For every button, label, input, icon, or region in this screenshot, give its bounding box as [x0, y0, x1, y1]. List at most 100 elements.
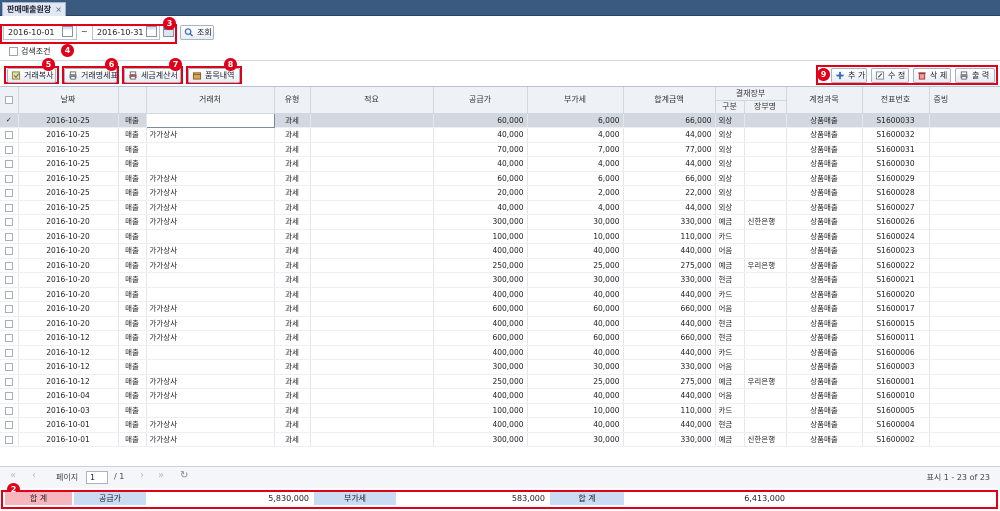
cell-date[interactable]: 2016-10-25 [18, 127, 119, 143]
cell-memo[interactable] [310, 127, 434, 143]
col-proof[interactable]: 증빙 [929, 87, 1000, 114]
cell-proof[interactable] [929, 417, 1000, 433]
cell-proof[interactable] [929, 301, 1000, 317]
cell-checkbox[interactable] [0, 258, 19, 273]
table-row[interactable]: 2016-10-25 매출 가가상사 과세 40,000 4,000 44,000 외상 상품매… [0, 127, 1000, 143]
cell-proof[interactable] [929, 156, 1000, 172]
cell-vat[interactable]: 40,000 [527, 287, 624, 302]
cell-kind[interactable]: 어음 [715, 243, 745, 259]
cell-category[interactable]: 매출 [118, 243, 147, 259]
cell-category[interactable]: 매출 [118, 156, 147, 172]
cell-checkbox[interactable] [0, 330, 19, 346]
cell-checkbox[interactable] [0, 127, 19, 143]
cell-total[interactable]: 330,000 [623, 432, 716, 447]
cell-proof[interactable] [929, 272, 1000, 288]
cell-checkbox[interactable] [0, 243, 19, 259]
cell-memo[interactable] [310, 113, 434, 128]
row-checkbox[interactable] [4, 276, 13, 285]
cell-supply[interactable]: 250,000 [433, 258, 528, 273]
cell-type[interactable]: 과세 [274, 214, 311, 230]
cell-supply[interactable]: 20,000 [433, 185, 528, 201]
cell-total[interactable]: 440,000 [623, 417, 716, 433]
cell-checkbox[interactable] [0, 229, 19, 244]
cell-vat[interactable]: 60,000 [527, 330, 624, 346]
cell-proof[interactable] [929, 359, 1000, 375]
table-row[interactable]: 2016-10-04 매출 가가상사 과세 400,000 40,000 440,000 어음… [0, 388, 1000, 404]
cell-trader[interactable]: 가가상사 [146, 200, 275, 215]
cell-checkbox[interactable] [0, 142, 19, 157]
cell-date[interactable]: 2016-10-25 [18, 113, 119, 128]
cell-ledger[interactable] [744, 272, 787, 288]
cell-category[interactable]: 매출 [118, 258, 147, 273]
cell-kind[interactable]: 외상 [715, 113, 745, 128]
cell-slip[interactable]: S1600026 [862, 214, 930, 230]
cell-ledger[interactable] [744, 243, 787, 259]
row-checkbox[interactable] [4, 305, 13, 314]
row-checkbox[interactable]: ✓ [5, 116, 13, 125]
cell-trader[interactable]: 가가상사 [146, 171, 275, 186]
cell-checkbox[interactable] [0, 156, 19, 172]
cell-slip[interactable]: S1600030 [862, 156, 930, 172]
cell-date[interactable]: 2016-10-01 [18, 432, 119, 447]
cell-kind[interactable]: 예금 [715, 432, 745, 447]
cell-total[interactable]: 110,000 [623, 229, 716, 244]
cell-account[interactable]: 상품매출 [786, 432, 863, 447]
cell-category[interactable]: 매출 [118, 113, 147, 128]
cell-date[interactable]: 2016-10-20 [18, 316, 119, 331]
row-checkbox[interactable] [4, 203, 13, 212]
cell-trader[interactable] [146, 345, 275, 360]
cell-slip[interactable]: S1600002 [862, 432, 930, 447]
col-slip[interactable]: 전표번호 [862, 87, 930, 114]
row-checkbox[interactable] [4, 160, 13, 169]
cell-trader[interactable] [146, 156, 275, 172]
col-ledger[interactable]: 장부명 [744, 100, 787, 114]
cell-slip[interactable]: S1600024 [862, 229, 930, 244]
table-row[interactable]: 2016-10-25 매출 가가상사 과세 60,000 6,000 66,000 외상 상품매… [0, 171, 1000, 186]
cell-supply[interactable]: 250,000 [433, 374, 528, 389]
cell-kind[interactable]: 외상 [715, 127, 745, 143]
cell-type[interactable]: 과세 [274, 287, 311, 302]
cell-type[interactable]: 과세 [274, 272, 311, 288]
table-row[interactable]: 2016-10-25 매출 가가상사 과세 40,000 4,000 44,000 외상 상품매… [0, 200, 1000, 215]
cell-trader[interactable]: 가가상사 [146, 388, 275, 404]
cell-ledger[interactable] [744, 359, 787, 375]
cell-kind[interactable]: 외상 [715, 171, 745, 186]
cell-slip[interactable]: S1600027 [862, 200, 930, 215]
cell-trader[interactable]: 가가상사 [146, 185, 275, 201]
cell-checkbox[interactable] [0, 316, 19, 331]
cell-ledger[interactable] [744, 287, 787, 302]
cell-date[interactable]: 2016-10-12 [18, 359, 119, 375]
cell-checkbox[interactable] [0, 185, 19, 201]
cell-proof[interactable] [929, 403, 1000, 418]
cell-date[interactable]: 2016-10-25 [18, 185, 119, 201]
row-checkbox[interactable] [4, 435, 13, 444]
cell-supply[interactable]: 300,000 [433, 432, 528, 447]
cell-trader[interactable] [146, 142, 275, 157]
cell-checkbox[interactable] [0, 374, 19, 389]
cell-memo[interactable] [310, 345, 434, 360]
cell-proof[interactable] [929, 345, 1000, 360]
cell-category[interactable]: 매출 [118, 287, 147, 302]
cell-category[interactable]: 매출 [118, 345, 147, 360]
cell-memo[interactable] [310, 330, 434, 346]
cell-memo[interactable] [310, 258, 434, 273]
cell-vat[interactable]: 60,000 [527, 301, 624, 317]
cell-supply[interactable]: 70,000 [433, 142, 528, 157]
cell-kind[interactable]: 현금 [715, 272, 745, 288]
cell-ledger[interactable] [744, 156, 787, 172]
cell-date[interactable]: 2016-10-25 [18, 142, 119, 157]
cell-ledger[interactable]: 신한은행 [744, 214, 787, 230]
cell-slip[interactable]: S1600033 [862, 113, 930, 128]
cell-proof[interactable] [929, 200, 1000, 215]
cell-type[interactable]: 과세 [274, 374, 311, 389]
cell-proof[interactable] [929, 388, 1000, 404]
cell-slip[interactable]: S1600017 [862, 301, 930, 317]
table-row[interactable]: 2016-10-25 매출 가가상사 과세 20,000 2,000 22,000 외상 상품매… [0, 185, 1000, 201]
cell-category[interactable]: 매출 [118, 388, 147, 404]
table-row[interactable]: 2016-10-20 매출 과세 400,000 40,000 440,000 카드 상품매출… [0, 287, 1000, 302]
cell-vat[interactable]: 40,000 [527, 243, 624, 259]
cell-slip[interactable]: S1600005 [862, 403, 930, 418]
cell-ledger[interactable]: 신한은행 [744, 432, 787, 447]
cell-total[interactable]: 66,000 [623, 113, 716, 128]
cell-total[interactable]: 275,000 [623, 258, 716, 273]
